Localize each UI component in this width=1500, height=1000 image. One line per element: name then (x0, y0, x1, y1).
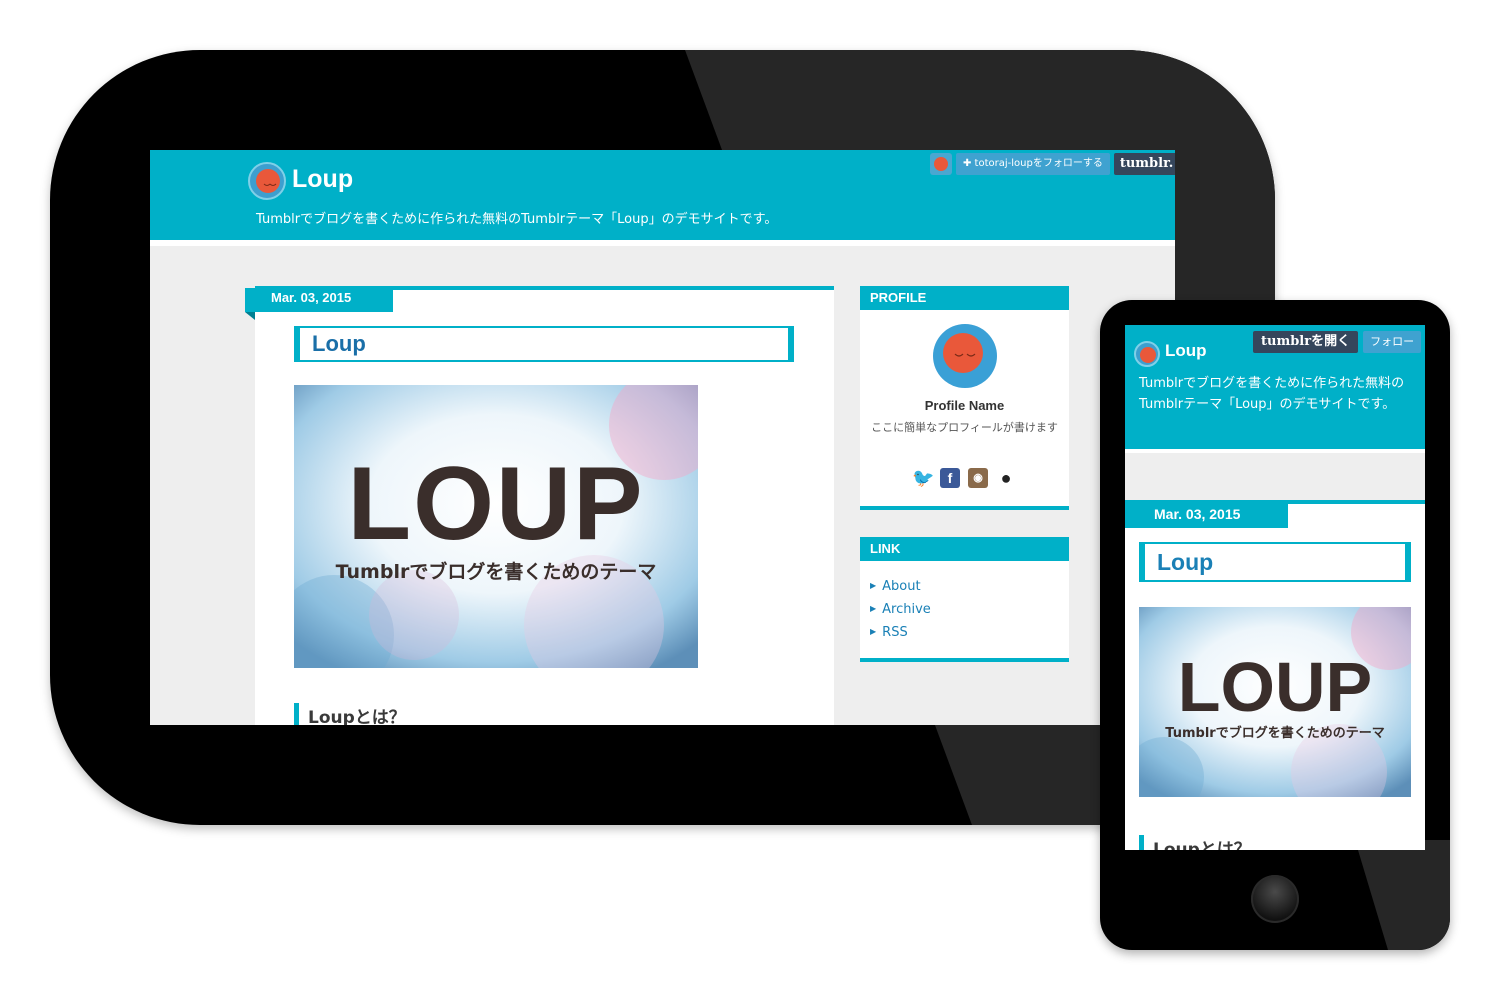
link-archive[interactable]: ▶ Archive (870, 598, 931, 621)
mobile-section-heading: Loupとは？ (1139, 835, 1251, 850)
link-widget: LINK ▶ About ▶ Archive ▶ RSS (860, 537, 1069, 662)
mobile-follow-button[interactable]: フォロー (1363, 331, 1422, 353)
social-links: 🐦 f ◉ ● (912, 468, 1016, 488)
phone-device-frame: Loup tumblrを開く フォロー Tumblrでブログを書くために作られた… (1100, 300, 1450, 950)
date-ribbon-fold (245, 312, 255, 320)
site-header: Loup Tumblrでブログを書くために作られた無料のTumblrテーマ「Lo… (150, 150, 1175, 246)
mobile-post-hero-image: LOUP Tumblrでブログを書くためのテーマ (1139, 607, 1411, 797)
twitter-icon[interactable]: 🐦 (912, 468, 934, 488)
mobile-site-header: Loup tumblrを開く フォロー Tumblrでブログを書くために作られた… (1125, 325, 1425, 453)
phone-screen: Loup tumblrを開く フォロー Tumblrでブログを書くために作られた… (1125, 325, 1425, 850)
tumblr-avatar-icon[interactable] (930, 153, 952, 175)
chevron-right-icon: ▶ (870, 604, 877, 613)
profile-widget: PROFILE Profile Name ここに簡単なプロフィールが書けます 🐦… (860, 286, 1069, 510)
profile-description: ここに簡単なプロフィールが書けます (871, 421, 1058, 434)
post-hero-image: LOUP Tumblrでブログを書くためのテーマ (294, 385, 698, 668)
tumblr-controls: ✚ totoraj-loupをフォローする tumblr. (930, 153, 1175, 175)
mobile-post-title[interactable]: Loup (1139, 542, 1411, 582)
tablet-device-frame: Loup Tumblrでブログを書くために作られた無料のTumblrテーマ「Lo… (50, 50, 1275, 825)
mobile-hero-logo-text: LOUP (1177, 648, 1373, 726)
blog-description: Tumblrでブログを書くために作られた無料のTumblrテーマ「Loup」のデ… (256, 212, 778, 227)
link-rss[interactable]: ▶ RSS (870, 621, 931, 644)
chevron-right-icon: ▶ (870, 627, 877, 636)
blog-title[interactable]: Loup (292, 165, 353, 194)
link-list: ▶ About ▶ Archive ▶ RSS (870, 575, 931, 644)
blog-logo-avatar[interactable] (248, 162, 286, 200)
follow-button[interactable]: ✚ totoraj-loupをフォローする (956, 153, 1110, 175)
mobile-blog-description: Tumblrでブログを書くために作られた無料のTumblrテーマ「Loup」のデ… (1139, 376, 1405, 412)
hero-logo-text: LOUP (347, 446, 645, 562)
tablet-screen: Loup Tumblrでブログを書くために作られた無料のTumblrテーマ「Lo… (150, 150, 1175, 725)
chevron-right-icon: ▶ (870, 581, 877, 590)
profile-widget-header: PROFILE (860, 286, 1069, 310)
post-date[interactable]: Mar. 03, 2015 (245, 288, 393, 312)
instagram-icon[interactable]: ◉ (968, 468, 988, 488)
post-title[interactable]: Loup (294, 326, 794, 362)
link-widget-header: LINK (860, 537, 1069, 561)
home-button[interactable] (1251, 875, 1299, 923)
profile-name: Profile Name (924, 398, 1005, 413)
link-about[interactable]: ▶ About (870, 575, 931, 598)
mobile-tumblr-controls: tumblrを開く フォロー (1253, 331, 1422, 353)
mobile-post-date[interactable]: Mar. 03, 2015 (1125, 502, 1288, 528)
mobile-hero-subtitle: Tumblrでブログを書くためのテーマ (1165, 726, 1385, 741)
section-heading: Loupとは？ (294, 703, 406, 725)
github-icon[interactable]: ● (996, 468, 1016, 488)
hero-subtitle: Tumblrでブログを書くためのテーマ (335, 561, 657, 583)
open-tumblr-button[interactable]: tumblrを開く (1253, 331, 1359, 353)
profile-avatar[interactable] (933, 324, 997, 388)
tumblr-logo-button[interactable]: tumblr. (1113, 153, 1175, 175)
mobile-blog-title[interactable]: Loup (1165, 341, 1207, 361)
facebook-icon[interactable]: f (940, 468, 960, 488)
mobile-blog-logo-avatar[interactable] (1134, 341, 1160, 367)
